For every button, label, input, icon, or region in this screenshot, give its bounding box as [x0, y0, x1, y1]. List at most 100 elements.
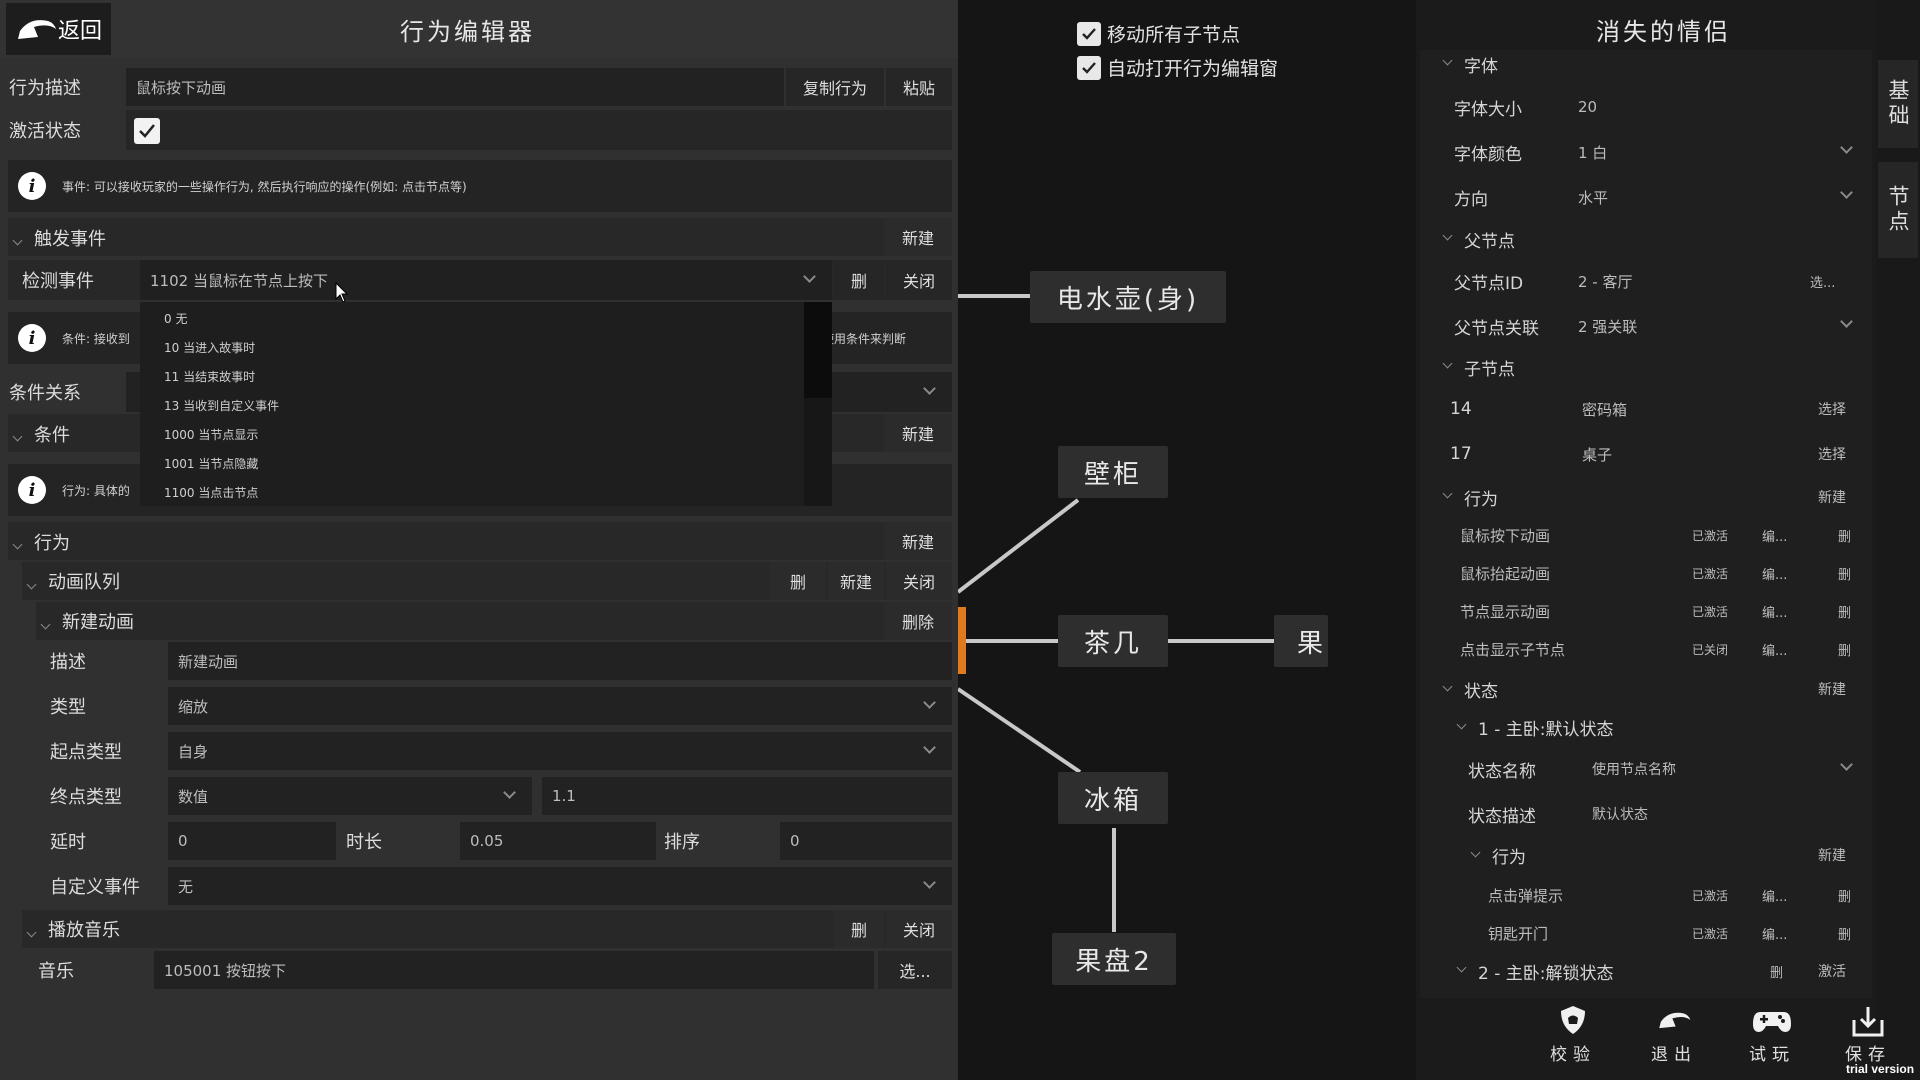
trigger-new-button[interactable]: 新建 [884, 218, 952, 256]
cond-collapse-icon[interactable] [12, 425, 23, 444]
children-section-label: 子节点 [1464, 359, 1515, 380]
detect-event-dropdown[interactable]: 0 无 10 当进入故事时 11 当结束故事时 13 当收到自定义事件 1000… [140, 302, 832, 506]
anim-queue-collapse-icon[interactable] [26, 573, 37, 592]
dropdown-item[interactable]: 1001 当节点隐藏 [140, 449, 832, 478]
child-select-button[interactable]: 选择 [1818, 439, 1846, 469]
back-button[interactable]: 返回 [6, 3, 111, 55]
copy-behavior-button[interactable]: 复制行为 [786, 68, 884, 106]
state-desc-value[interactable]: 默认状态 [1592, 799, 1648, 829]
node-cabinet[interactable]: 壁柜 [1058, 446, 1168, 498]
detect-delete-button[interactable]: 删 [834, 260, 884, 300]
direction-value[interactable]: 水平 [1578, 182, 1608, 212]
state-behavior-edit-button[interactable]: 编... [1762, 918, 1787, 948]
state-new-button[interactable]: 新建 [1818, 674, 1846, 704]
anim-queue-new-button[interactable]: 新建 [828, 562, 884, 600]
behavior-delete-button[interactable]: 删 [1838, 596, 1851, 626]
verify-label: 校验 [1550, 1045, 1596, 1065]
exit-button[interactable]: 退出 [1644, 1004, 1704, 1076]
dropdown-item[interactable]: 1000 当节点显示 [140, 420, 832, 449]
dropdown-item[interactable]: 10 当进入故事时 [140, 333, 832, 362]
cond-new-button[interactable]: 新建 [884, 414, 952, 452]
state-name-value[interactable]: 使用节点名称 [1592, 754, 1676, 784]
anim-desc-input[interactable]: 新建动画 [168, 642, 952, 680]
new-anim-collapse-icon[interactable] [40, 613, 51, 632]
delay-input[interactable]: 0 [168, 822, 336, 860]
music-input[interactable]: 105001 按钮按下 [154, 951, 874, 989]
end-type-label: 终点类型 [50, 787, 122, 808]
graph-edges [958, 294, 1274, 932]
verify-button[interactable]: 校验 [1548, 1004, 1598, 1076]
tab-basic[interactable]: 基础 [1878, 60, 1918, 148]
child-name: 桌子 [1582, 445, 1613, 464]
detect-event-select[interactable]: 1102 当鼠标在节点上按下 [140, 260, 832, 300]
play-music-close-button[interactable]: 关闭 [886, 910, 952, 948]
music-select-button[interactable]: 选... [878, 951, 952, 989]
start-type-label: 起点类型 [50, 742, 122, 763]
node-fruit-plate[interactable]: 果盘2 [1052, 933, 1176, 985]
node-fridge[interactable]: 冰箱 [1058, 772, 1168, 824]
cond-info-text-a: 条件: 接收到 [62, 332, 130, 346]
desc-label: 行为描述 [9, 78, 81, 99]
info-icon: i [18, 476, 46, 504]
font-size-value[interactable]: 20 [1578, 92, 1597, 122]
detect-close-button[interactable]: 关闭 [886, 260, 952, 300]
dropdown-item[interactable]: 1100 当点击节点 [140, 478, 832, 507]
behavior-delete-button[interactable]: 删 [1838, 558, 1851, 588]
play-music-collapse-icon[interactable] [26, 921, 37, 940]
custom-event-select[interactable]: 无 [168, 867, 952, 905]
new-anim-label: 新建动画 [62, 612, 134, 633]
dropdown-scrollbar-thumb[interactable] [804, 302, 832, 398]
action-new-button[interactable]: 新建 [884, 522, 952, 560]
state2-activate-button[interactable]: 激活 [1818, 956, 1846, 986]
anim-queue-delete-button[interactable]: 删 [770, 562, 826, 600]
active-checkbox[interactable] [134, 118, 160, 144]
end-value-input[interactable]: 1.1 [542, 777, 952, 815]
start-type-select[interactable]: 自身 [168, 732, 952, 770]
node-partial[interactable]: 果 [1274, 615, 1328, 667]
font-size-label: 字体大小 [1454, 99, 1522, 120]
parent-select-button[interactable]: 选... [1810, 266, 1835, 296]
behavior-status: 已关闭 [1692, 642, 1729, 657]
order-input[interactable]: 0 [780, 822, 952, 860]
back-arrow-icon [1659, 1012, 1691, 1029]
trial-watermark: trial version [1846, 1062, 1915, 1076]
save-download-icon [1852, 1007, 1884, 1037]
state-behavior-edit-button[interactable]: 编... [1762, 880, 1787, 910]
node-kettle[interactable]: 电水壶(身) [1030, 271, 1226, 323]
state-behavior-new-button[interactable]: 新建 [1818, 840, 1846, 870]
parent-rel-value[interactable]: 2 强关联 [1578, 311, 1637, 341]
duration-input[interactable]: 0.05 [460, 822, 656, 860]
behavior-edit-button[interactable]: 编... [1762, 558, 1787, 588]
font-color-value[interactable]: 1 白 [1578, 137, 1607, 167]
state2-title: 2 - 主卧:解锁状态 [1478, 963, 1614, 984]
anim-queue-label: 动画队列 [48, 572, 120, 593]
state-behavior-delete-button[interactable]: 删 [1838, 918, 1851, 948]
new-anim-delete-button[interactable]: 删除 [884, 602, 952, 640]
dropdown-item[interactable]: 11 当结束故事时 [140, 362, 832, 391]
node-tea-table[interactable]: 茶几 [1058, 615, 1168, 667]
behavior-delete-button[interactable]: 删 [1838, 634, 1851, 664]
try-play-button[interactable]: 试玩 [1742, 1004, 1802, 1076]
play-music-delete-button[interactable]: 删 [834, 910, 884, 948]
end-type-select[interactable]: 数值 [168, 777, 532, 815]
state-behavior-delete-button[interactable]: 删 [1838, 880, 1851, 910]
anim-queue-close-button[interactable]: 关闭 [886, 562, 952, 600]
desc-input[interactable]: 鼠标按下动画 [126, 68, 784, 106]
state2-delete-button[interactable]: 删 [1770, 956, 1783, 986]
tab-node[interactable]: 节点 [1878, 162, 1918, 258]
dropdown-item[interactable]: 13 当收到自定义事件 [140, 391, 832, 420]
child-select-button[interactable]: 选择 [1818, 394, 1846, 424]
behavior-delete-button[interactable]: 删 [1838, 520, 1851, 550]
behavior-edit-button[interactable]: 编... [1762, 596, 1787, 626]
action-collapse-icon[interactable] [12, 533, 23, 552]
type-select[interactable]: 缩放 [168, 687, 952, 725]
paste-button[interactable]: 粘贴 [886, 68, 952, 106]
order-label: 排序 [664, 832, 700, 853]
dropdown-item[interactable]: 0 无 [140, 304, 832, 333]
behavior-edit-button[interactable]: 编... [1762, 520, 1787, 550]
back-arrow-icon [18, 20, 56, 39]
trigger-collapse-icon[interactable] [12, 229, 23, 248]
behavior-edit-button[interactable]: 编... [1762, 634, 1787, 664]
state1-title: 1 - 主卧:默认状态 [1478, 719, 1614, 740]
behavior-new-button[interactable]: 新建 [1818, 482, 1846, 512]
